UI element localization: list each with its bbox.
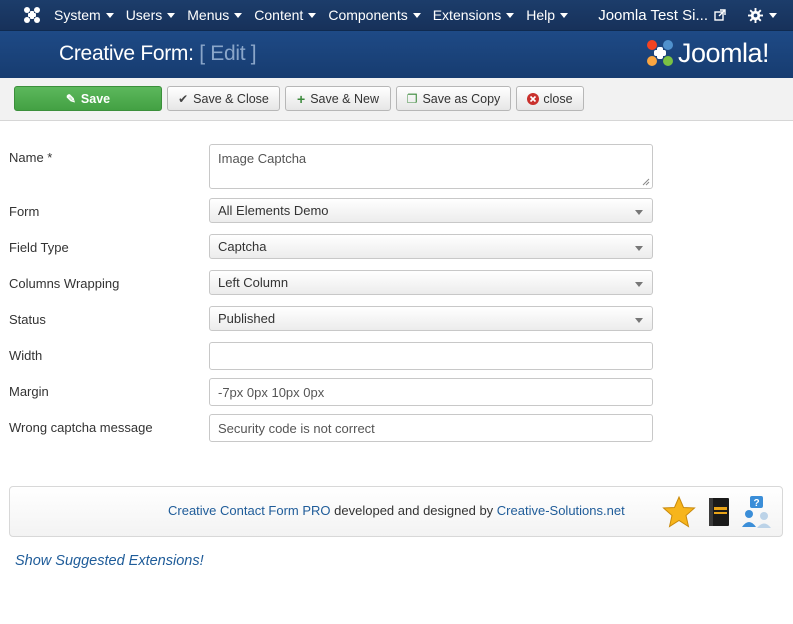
margin-input[interactable]: -7px 0px 10px 0px [209, 378, 653, 406]
margin-value: -7px 0px 10px 0px [218, 384, 325, 400]
field-type-label: Field Type [9, 240, 69, 255]
menu-help[interactable]: Help [526, 7, 568, 23]
status-label: Status [9, 312, 46, 327]
resize-handle-icon[interactable] [642, 178, 650, 186]
save-copy-label: Save as Copy [422, 91, 501, 106]
close-button[interactable]: close [516, 86, 584, 111]
plus-icon: + [297, 90, 306, 107]
chevron-down-icon [308, 12, 317, 18]
width-input[interactable] [209, 342, 653, 370]
form-select[interactable]: All Elements Demo [209, 198, 653, 223]
joomla-brand-text: Joomla! [677, 37, 770, 68]
margin-label: Margin [9, 384, 49, 399]
company-link[interactable]: Creative-Solutions.net [497, 503, 625, 518]
menu-content-label: Content [254, 7, 304, 23]
save-copy-button[interactable]: ❐ Save as Copy [396, 86, 511, 111]
dropdown-arrow-icon [635, 246, 643, 251]
save-close-label: Save & Close [193, 91, 269, 106]
close-button-label: close [543, 91, 573, 106]
name-label: Name * [9, 150, 53, 165]
dropdown-arrow-icon [635, 282, 643, 287]
joomla-logo-icon [646, 40, 673, 66]
columns-wrapping-label: Columns Wrapping [9, 276, 120, 291]
show-suggested-extensions-link[interactable]: Show Suggested Extensions! [15, 553, 204, 569]
svg-text:?: ? [753, 498, 759, 509]
width-label: Width [9, 348, 43, 363]
menu-components-label: Components [328, 7, 408, 23]
save-new-label: Save & New [310, 91, 379, 106]
chevron-down-icon[interactable] [769, 12, 777, 18]
wrong-captcha-value: Security code is not correct [218, 420, 375, 436]
product-box-icon[interactable] [702, 495, 736, 529]
joomla-menu-icon[interactable] [22, 5, 42, 25]
promo-middle-text: developed and designed by [330, 503, 497, 518]
dropdown-arrow-icon [635, 318, 643, 323]
menu-components[interactable]: Components [328, 7, 421, 23]
name-textarea[interactable]: Image Captcha [209, 144, 653, 189]
menu-extensions-label: Extensions [432, 7, 502, 23]
chevron-down-icon [506, 12, 515, 18]
star-icon[interactable] [662, 495, 696, 529]
dropdown-arrow-icon [635, 210, 643, 215]
columns-wrapping-select[interactable]: Left Column [209, 270, 653, 295]
chevron-down-icon [560, 12, 568, 18]
chevron-down-icon [234, 12, 243, 18]
columns-wrapping-value: Left Column [218, 275, 289, 290]
menu-menus-label: Menus [187, 7, 230, 23]
toolbar: ✎ Save ✔ Save & Close + Save & New ❐ Sav… [0, 78, 793, 121]
support-icon[interactable]: ? [740, 495, 774, 529]
save-close-button[interactable]: ✔ Save & Close [167, 86, 280, 111]
menu-users[interactable]: Users [126, 7, 176, 23]
site-name-link[interactable]: Joomla Test Si... [598, 7, 708, 24]
navbar-right: Joomla Test Si... [598, 0, 777, 30]
save-button[interactable]: ✎ Save [14, 86, 162, 111]
joomla-logo: Joomla! [644, 37, 770, 69]
check-icon: ✔ [178, 91, 189, 106]
field-type-select[interactable]: Captcha [209, 234, 653, 259]
page-header: Creative Form: [ Edit ] Joomla! [0, 30, 793, 78]
page-title-main: Creative Form: [59, 42, 194, 65]
external-link-icon[interactable] [714, 9, 726, 21]
save-new-button[interactable]: + Save & New [285, 86, 391, 111]
field-type-value: Captcha [218, 239, 267, 254]
page-title: Creative Form: [ Edit ] [59, 42, 257, 66]
copy-icon: ❐ [406, 91, 418, 106]
promo-panel: Creative Contact Form PRO developed and … [9, 486, 783, 537]
promo-text: Creative Contact Form PRO developed and … [168, 503, 625, 518]
chevron-down-icon [105, 12, 114, 18]
chevron-down-icon [167, 12, 176, 18]
status-select[interactable]: Published [209, 306, 653, 331]
menu-menus[interactable]: Menus [187, 7, 243, 23]
top-navbar: System Users Menus Content Components Ex… [0, 0, 793, 30]
close-circle-icon [527, 92, 540, 105]
product-link[interactable]: Creative Contact Form PRO [168, 503, 331, 518]
menu-help-label: Help [526, 7, 555, 23]
menu-system[interactable]: System [54, 7, 114, 23]
menu-extensions[interactable]: Extensions [432, 7, 515, 23]
wrong-captcha-input[interactable]: Security code is not correct [209, 414, 653, 442]
menu-users-label: Users [125, 7, 163, 23]
menu-content[interactable]: Content [254, 7, 317, 23]
menu-system-label: System [54, 7, 101, 23]
page-title-sub: [ Edit ] [199, 42, 257, 65]
status-value: Published [218, 311, 276, 326]
edit-icon: ✎ [65, 91, 76, 106]
form-select-value: All Elements Demo [218, 203, 329, 218]
save-button-label: Save [80, 91, 111, 106]
form-label: Form [9, 204, 40, 219]
gear-icon[interactable] [748, 7, 763, 23]
name-value: Image Captcha [218, 151, 307, 166]
wrong-captcha-label: Wrong captcha message [9, 420, 153, 435]
chevron-down-icon [412, 12, 421, 18]
